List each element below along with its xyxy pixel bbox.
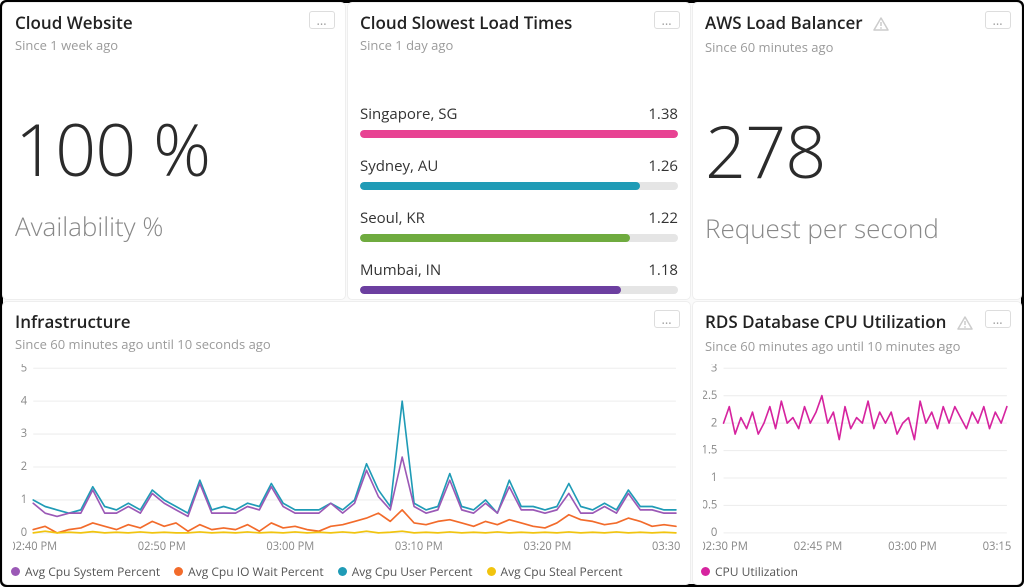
rds-chart: 00.511.522.5302:30 PM02:45 PM03:00 PM03:… <box>703 364 1011 554</box>
svg-text:03:20 PM: 03:20 PM <box>523 539 571 554</box>
rps-label: Request per second <box>705 210 1009 246</box>
svg-text:0.5: 0.5 <box>703 497 717 512</box>
more-menu-button[interactable]: … <box>985 310 1011 328</box>
load-time-value: 1.26 <box>648 156 678 176</box>
more-menu-button[interactable]: … <box>654 310 680 328</box>
location-label: Sydney, AU <box>360 156 438 176</box>
svg-text:2.5: 2.5 <box>703 388 717 403</box>
infrastructure-chart: 01234502:40 PM02:50 PM03:00 PM03:10 PM03… <box>13 364 680 554</box>
bar-fill <box>360 286 621 294</box>
svg-text:02:40 PM: 02:40 PM <box>13 539 57 554</box>
load-time-value: 1.38 <box>648 104 678 124</box>
svg-text:2: 2 <box>711 415 717 430</box>
load-time-row: Seoul, KR 1.22 <box>360 208 678 242</box>
card-title: Cloud Slowest Load Times <box>360 11 678 34</box>
card-title: Infrastructure <box>15 310 678 333</box>
legend-item[interactable]: Avg Cpu User Percent <box>338 563 473 580</box>
card-subtitle: Since 60 minutes ago <box>705 38 1009 56</box>
svg-text:03:10 PM: 03:10 PM <box>395 539 443 554</box>
load-time-row: Singapore, SG 1.38 <box>360 104 678 138</box>
svg-text:2: 2 <box>21 459 27 474</box>
legend-item[interactable]: Avg Cpu Steal Percent <box>487 563 623 580</box>
rps-value: 278 <box>705 102 1009 200</box>
svg-text:3: 3 <box>711 364 717 375</box>
legend: Avg Cpu System Percent Avg Cpu IO Wait Pe… <box>11 563 682 580</box>
card-aws-load-balancer: … AWS Load Balancer Since 60 minutes ago… <box>693 3 1021 299</box>
svg-text:4: 4 <box>21 393 28 408</box>
legend-label: CPU Utilization <box>715 563 798 580</box>
bar-fill <box>360 130 678 138</box>
svg-text:02:30 PM: 02:30 PM <box>703 539 748 554</box>
svg-text:03:15 PM: 03:15 PM <box>983 539 1011 554</box>
card-rds-cpu: … RDS Database CPU Utilization Since 60 … <box>693 302 1021 584</box>
warning-icon <box>957 312 973 335</box>
card-infrastructure: … Infrastructure Since 60 minutes ago un… <box>3 302 690 584</box>
more-menu-button[interactable]: … <box>985 11 1011 29</box>
card-title: AWS Load Balancer <box>705 11 1009 36</box>
bar-fill <box>360 234 630 242</box>
location-label: Seoul, KR <box>360 208 425 228</box>
legend-dot-icon <box>487 567 496 576</box>
card-subtitle: Since 1 week ago <box>15 36 333 54</box>
legend-label: Avg Cpu User Percent <box>352 563 473 580</box>
availability-value: 100 % <box>15 100 333 198</box>
legend-label: Avg Cpu IO Wait Percent <box>188 563 324 580</box>
location-label: Singapore, SG <box>360 104 457 124</box>
legend-label: Avg Cpu System Percent <box>25 563 160 580</box>
bar-track <box>360 130 678 138</box>
bar-track <box>360 182 678 190</box>
legend-dot-icon <box>11 567 20 576</box>
svg-text:03:30 PM: 03:30 PM <box>652 539 680 554</box>
legend-item[interactable]: Avg Cpu System Percent <box>11 563 160 580</box>
more-menu-button[interactable]: … <box>309 11 335 29</box>
card-cloud-website: … Cloud Website Since 1 week ago 100 % A… <box>3 3 345 299</box>
legend-dot-icon <box>174 567 183 576</box>
location-label: Mumbai, IN <box>360 260 441 280</box>
svg-text:5: 5 <box>21 364 27 375</box>
card-title: Cloud Website <box>15 11 333 34</box>
legend-dot-icon <box>701 567 710 576</box>
legend-label: Avg Cpu Steal Percent <box>501 563 623 580</box>
legend-dot-icon <box>338 567 347 576</box>
svg-text:02:50 PM: 02:50 PM <box>138 539 186 554</box>
card-subtitle: Since 1 day ago <box>360 36 678 54</box>
availability-label: Availability % <box>15 208 333 244</box>
svg-text:1: 1 <box>711 470 717 485</box>
svg-text:03:00 PM: 03:00 PM <box>888 539 937 554</box>
warning-icon <box>873 13 889 36</box>
card-title: RDS Database CPU Utilization <box>705 310 1009 335</box>
more-menu-button[interactable]: … <box>654 11 680 29</box>
svg-text:03:00 PM: 03:00 PM <box>266 539 314 554</box>
load-time-row: Sydney, AU 1.26 <box>360 156 678 190</box>
card-subtitle: Since 60 minutes ago until 10 seconds ag… <box>15 335 678 353</box>
legend-item[interactable]: CPU Utilization <box>701 563 798 580</box>
load-time-value: 1.22 <box>648 208 678 228</box>
load-time-value: 1.18 <box>648 260 678 280</box>
svg-text:3: 3 <box>21 426 27 441</box>
bar-track <box>360 286 678 294</box>
svg-text:1.5: 1.5 <box>703 443 717 458</box>
legend-item[interactable]: Avg Cpu IO Wait Percent <box>174 563 324 580</box>
card-slowest-load: … Cloud Slowest Load Times Since 1 day a… <box>348 3 690 299</box>
bar-fill <box>360 182 640 190</box>
svg-text:1: 1 <box>21 492 27 507</box>
load-time-row: Mumbai, IN 1.18 <box>360 260 678 294</box>
svg-text:02:45 PM: 02:45 PM <box>794 539 843 554</box>
bar-track <box>360 234 678 242</box>
card-subtitle: Since 60 minutes ago until 10 minutes ag… <box>705 337 1009 355</box>
legend: CPU Utilization <box>701 563 1013 580</box>
